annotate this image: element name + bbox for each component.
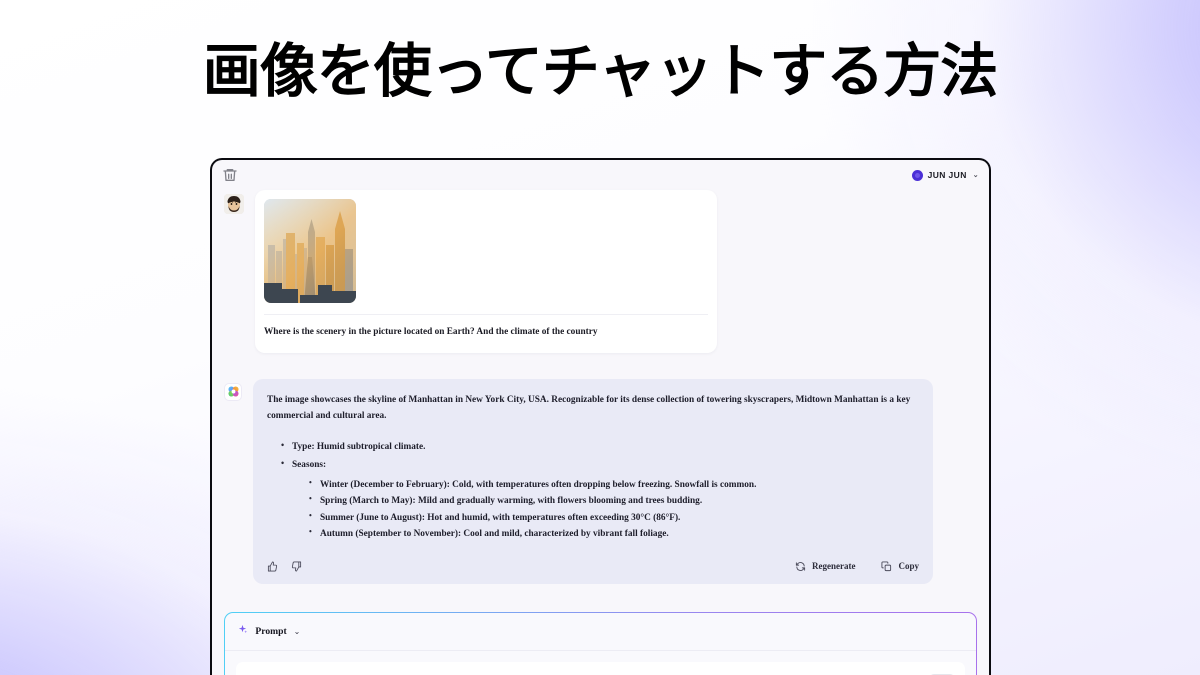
regenerate-label: Regenerate — [812, 561, 856, 572]
list-item: Type: Humid subtropical climate. — [281, 438, 919, 455]
trash-icon[interactable] — [222, 167, 238, 183]
chevron-down-icon: ⌄ — [972, 172, 979, 179]
copy-label: Copy — [898, 561, 919, 572]
assistant-message-row: The image showcases the skyline of Manha… — [224, 378, 977, 584]
list-item-label: Type: Humid subtropical climate. — [292, 442, 426, 453]
prompt-panel: Prompt ⌄ — [224, 611, 977, 675]
prompt-header[interactable]: Prompt ⌄ — [225, 613, 976, 652]
list-item-label: Spring (March to May): Mild and graduall… — [320, 496, 703, 507]
ai-logo-icon — [224, 382, 242, 401]
sparkle-icon — [237, 622, 248, 640]
list-item: Seasons: Winter (December to February): … — [281, 456, 919, 543]
chevron-down-icon[interactable]: ⌄ — [294, 627, 301, 636]
user-message-bubble: Where is the scenery in the picture loca… — [255, 190, 717, 353]
user-message-row: Where is the scenery in the picture loca… — [224, 190, 977, 353]
user-message-text: Where is the scenery in the picture loca… — [264, 327, 598, 337]
list-item: Autumn (September to November): Cool and… — [309, 525, 919, 543]
response-tools: Regenerate Copy — [795, 561, 919, 572]
list-item-label: Winter (December to February): Cold, wit… — [320, 479, 757, 490]
app-window: JUN JUN ⌄ Where is the scenery in the pi… — [210, 158, 991, 675]
user-menu[interactable]: JUN JUN ⌄ — [911, 169, 979, 181]
assistant-message-bubble: The image showcases the skyline of Manha… — [253, 378, 933, 584]
seasons-sublist: Winter (December to February): Cold, wit… — [309, 476, 919, 543]
assistant-action-bar: Regenerate Copy — [267, 561, 919, 574]
prompt-panel-inner: Prompt ⌄ — [225, 613, 976, 675]
page-title: 画像を使ってチャットする方法 — [202, 37, 999, 105]
list-item: Winter (December to February): Cold, wit… — [309, 476, 919, 494]
avatar — [911, 169, 923, 181]
user-avatar — [224, 194, 244, 214]
list-item-label: Autumn (September to November): Cool and… — [320, 529, 669, 540]
user-name: JUN JUN — [927, 170, 967, 180]
attached-image[interactable] — [264, 199, 356, 303]
list-item-label: Summer (June to August): Hot and humid, … — [320, 512, 681, 523]
app-topbar: JUN JUN ⌄ — [212, 160, 989, 190]
list-item: Spring (March to May): Mild and graduall… — [309, 492, 919, 510]
copy-button[interactable]: Copy — [881, 561, 919, 572]
copy-icon — [881, 561, 892, 572]
conversation: Where is the scenery in the picture loca… — [212, 190, 989, 584]
prompt-input-area[interactable] — [236, 662, 965, 675]
thumbs-up-icon[interactable] — [267, 561, 278, 572]
climate-list: Type: Humid subtropical climate. Seasons… — [281, 438, 919, 543]
regenerate-button[interactable]: Regenerate — [795, 561, 855, 572]
assistant-paragraph: The image showcases the skyline of Manha… — [267, 394, 911, 422]
thumbs-down-icon[interactable] — [291, 561, 302, 572]
refresh-icon — [795, 561, 806, 572]
list-item: Summer (June to August): Hot and humid, … — [309, 509, 919, 527]
prompt-label: Prompt — [255, 625, 287, 637]
feedback-group — [267, 561, 302, 572]
list-item-label: Seasons: — [292, 460, 327, 471]
